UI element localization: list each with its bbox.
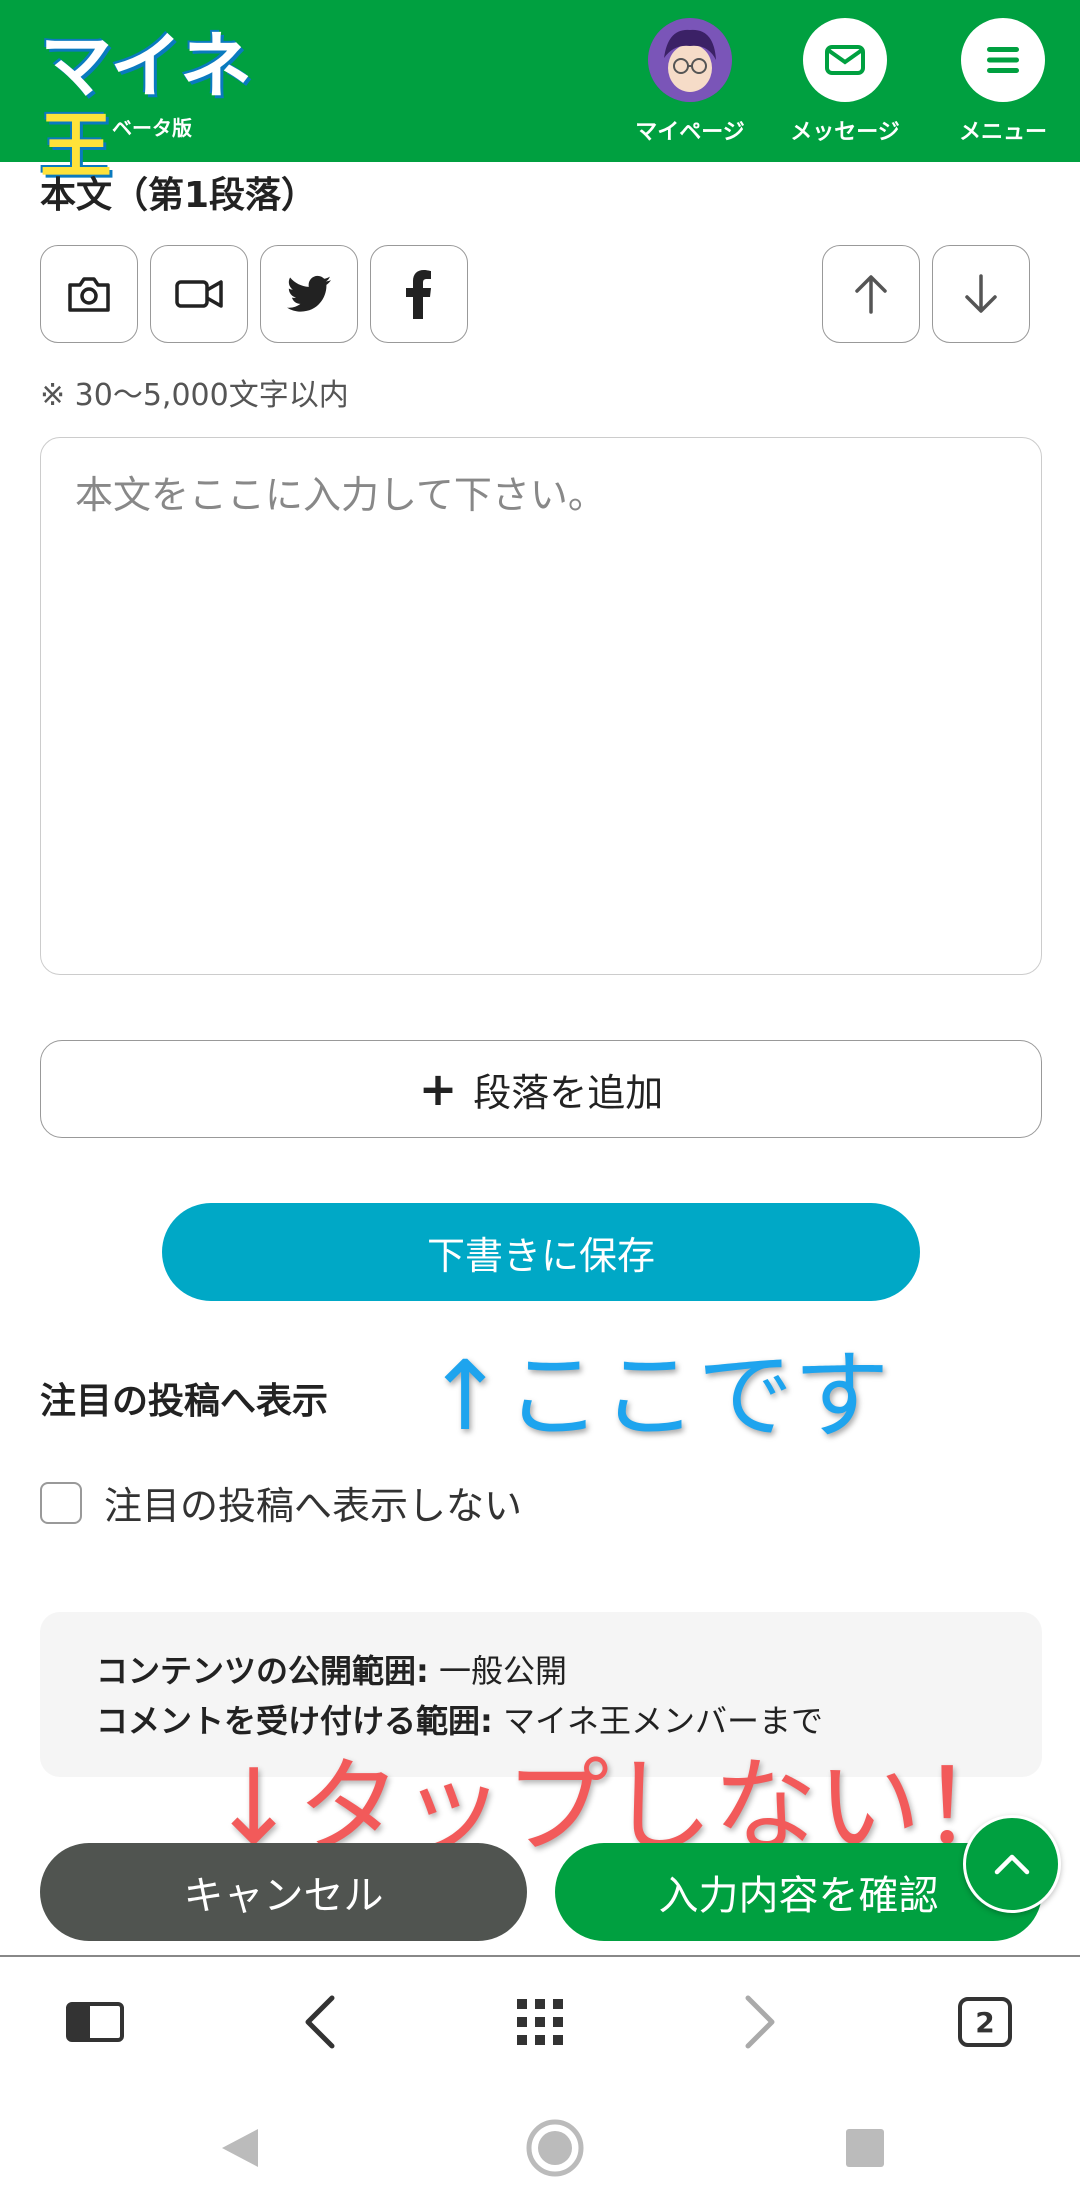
logo-text: マイネ王 bbox=[40, 24, 252, 188]
featured-checkbox-row[interactable]: 注目の投稿へ表示しない bbox=[40, 1475, 522, 1530]
nav-menu[interactable]: メニュー bbox=[938, 18, 1068, 148]
browser-apps-button[interactable] bbox=[505, 1987, 575, 2057]
arrow-down-icon bbox=[965, 274, 997, 313]
character-limit-note: ※ 30〜5,000文字以内 bbox=[40, 378, 349, 413]
cancel-label: キャンセル bbox=[183, 1873, 384, 1919]
system-back-button[interactable] bbox=[205, 2113, 275, 2183]
triangle-back-icon bbox=[222, 2129, 258, 2167]
chevron-right-icon bbox=[745, 1995, 775, 2049]
browser-back-button[interactable] bbox=[285, 1987, 355, 2057]
featured-section-title: 注目の投稿へ表示 bbox=[40, 1381, 329, 1422]
hamburger-icon bbox=[961, 18, 1045, 102]
move-up-button[interactable] bbox=[822, 245, 920, 343]
insert-photo-button[interactable] bbox=[40, 245, 138, 343]
facebook-icon bbox=[406, 270, 431, 319]
sidebar-icon bbox=[66, 2002, 124, 2042]
browser-tabs-button[interactable]: 2 bbox=[950, 1987, 1020, 2057]
sidebar-toggle-button[interactable] bbox=[60, 1987, 130, 2057]
save-draft-button[interactable]: 下書きに保存 bbox=[162, 1203, 920, 1301]
system-navigation-bar bbox=[0, 2083, 1080, 2209]
nav-messages-label: メッセージ bbox=[790, 120, 900, 145]
featured-checkbox-label: 注目の投稿へ表示しない bbox=[104, 1484, 523, 1528]
browser-forward-button[interactable] bbox=[725, 1987, 795, 2057]
system-recents-button[interactable] bbox=[830, 2113, 900, 2183]
move-down-button[interactable] bbox=[932, 245, 1030, 343]
logo-beta-label: ベータ版 bbox=[112, 116, 192, 140]
camera-icon bbox=[68, 277, 110, 312]
plus-icon: + bbox=[418, 1062, 458, 1116]
nav-mypage[interactable]: マイページ bbox=[625, 18, 755, 148]
add-paragraph-button[interactable]: + 段落を追加 bbox=[40, 1040, 1042, 1138]
avatar bbox=[648, 18, 732, 102]
twitter-icon bbox=[287, 275, 331, 312]
chevron-up-icon bbox=[994, 1854, 1030, 1875]
save-draft-label: 下書きに保存 bbox=[426, 1233, 655, 1278]
paragraph-title: 本文（第1段落） bbox=[40, 175, 318, 216]
square-recents-icon bbox=[846, 2129, 884, 2167]
chevron-left-icon bbox=[305, 1995, 335, 2049]
insert-facebook-button[interactable] bbox=[370, 245, 468, 343]
grid-icon bbox=[517, 1999, 563, 2045]
system-home-button[interactable] bbox=[520, 2113, 590, 2183]
arrow-up-icon bbox=[855, 275, 887, 314]
scope-row: コンテンツの公開範囲: 一般公開 bbox=[96, 1652, 567, 1690]
tab-count-badge: 2 bbox=[958, 1997, 1012, 2047]
confirm-label: 入力内容を確認 bbox=[658, 1873, 939, 1919]
annotation-here: ↑ここです bbox=[425, 1340, 890, 1452]
add-paragraph-label: 段落を追加 bbox=[473, 1070, 664, 1115]
nav-mypage-label: マイページ bbox=[635, 120, 745, 145]
cancel-button[interactable]: キャンセル bbox=[40, 1843, 527, 1941]
insert-twitter-button[interactable] bbox=[260, 245, 358, 343]
site-logo[interactable]: マイネ王 ベータ版 bbox=[40, 26, 270, 186]
nav-menu-label: メニュー bbox=[958, 120, 1047, 145]
envelope-icon bbox=[803, 18, 887, 102]
video-camera-icon bbox=[175, 280, 223, 308]
nav-messages[interactable]: メッセージ bbox=[780, 18, 910, 148]
browser-toolbar: 2 bbox=[0, 1955, 1080, 2083]
site-header: マイネ王 ベータ版 マイページ メッセージ メニュー bbox=[0, 0, 1080, 186]
insert-video-button[interactable] bbox=[150, 245, 248, 343]
body-textarea[interactable]: 本文をここに入力して下さい。 bbox=[40, 437, 1042, 975]
home-circle-icon bbox=[526, 2119, 584, 2177]
scroll-to-top-button[interactable] bbox=[963, 1815, 1061, 1913]
featured-checkbox[interactable] bbox=[40, 1481, 82, 1524]
textarea-placeholder: 本文をここに入力して下さい。 bbox=[75, 473, 606, 517]
